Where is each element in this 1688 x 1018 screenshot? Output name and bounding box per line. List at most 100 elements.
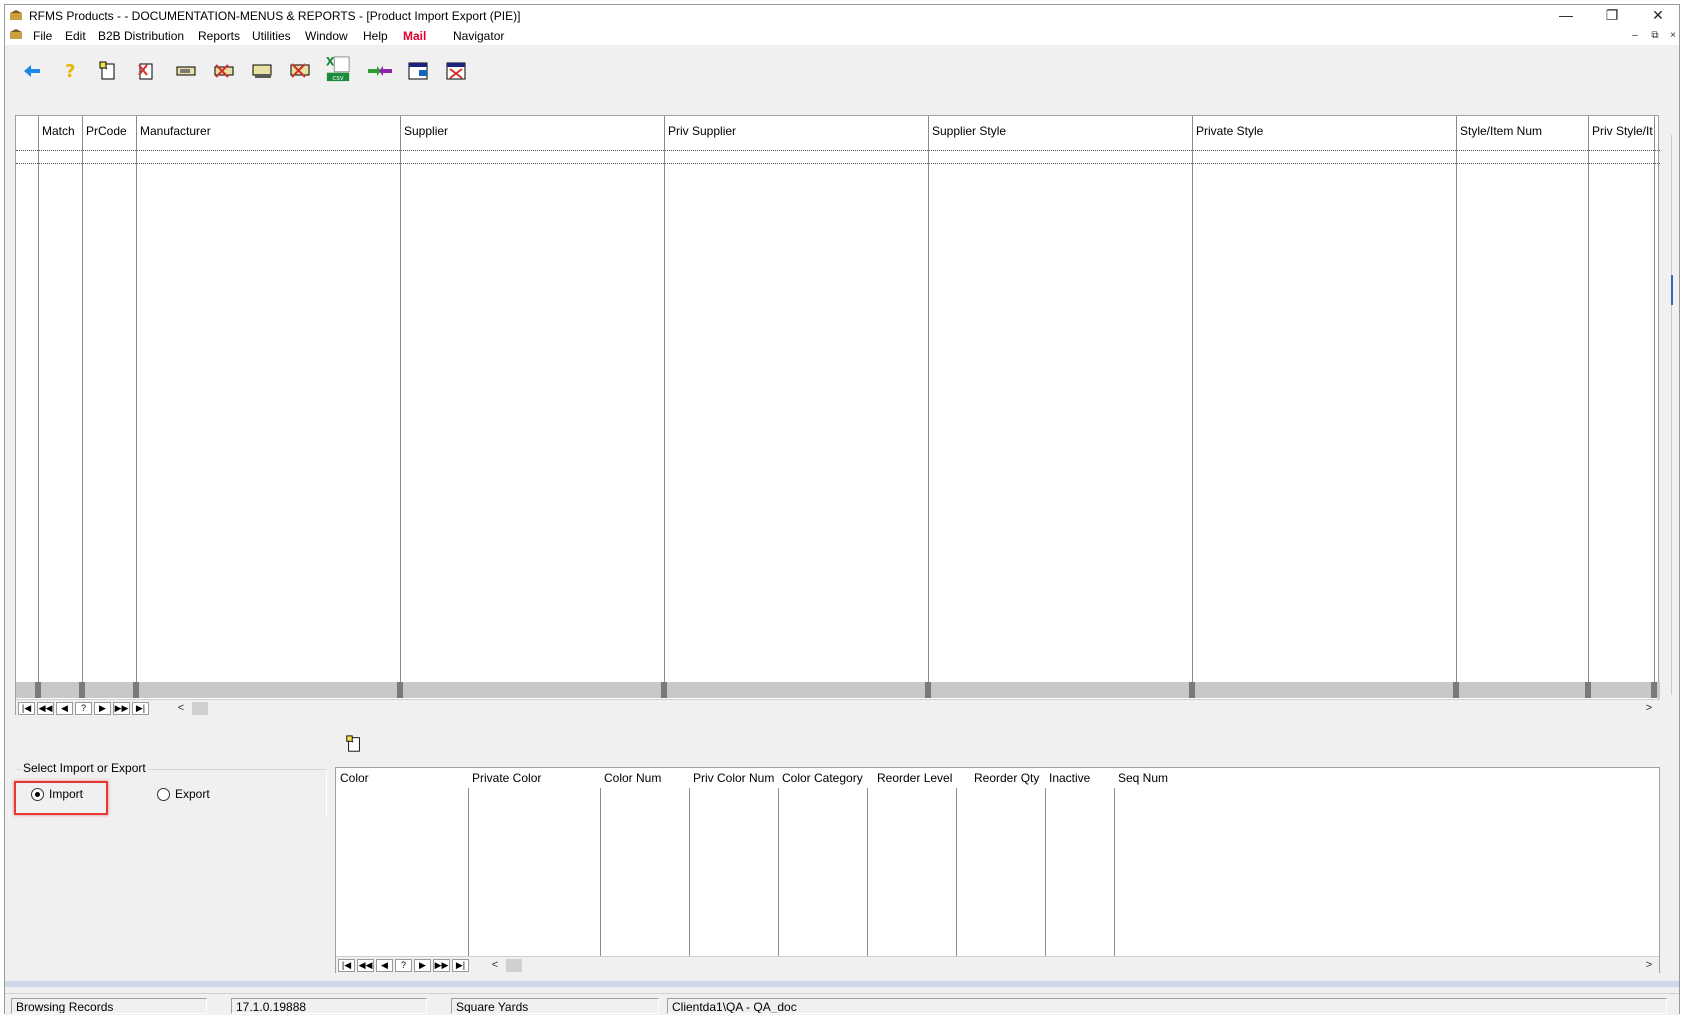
column-resize-handle[interactable] <box>1189 682 1195 698</box>
col-header-seq-num[interactable]: Seq Num <box>1114 768 1214 788</box>
undo-icon[interactable] <box>287 59 313 83</box>
scroll-indicator[interactable] <box>1671 275 1673 305</box>
close-window-icon[interactable] <box>443 59 469 83</box>
scroll-right-button[interactable]: > <box>1642 701 1656 715</box>
column-resize-handle[interactable] <box>1651 682 1657 698</box>
nav-next-page-button[interactable]: ▶▶ <box>113 702 130 715</box>
column-resize-handle[interactable] <box>35 682 41 698</box>
app-icon <box>10 10 22 20</box>
menu-file[interactable]: File <box>33 29 52 43</box>
svg-text:?: ? <box>65 61 75 81</box>
mdi-close-button[interactable]: × <box>1665 29 1681 43</box>
col-header-prcode[interactable]: PrCode <box>82 116 136 146</box>
column-divider <box>1192 116 1193 682</box>
menu-edit[interactable]: Edit <box>65 29 86 43</box>
col-header-inactive[interactable]: Inactive <box>1045 768 1114 788</box>
nav-find-button[interactable]: ? <box>75 702 92 715</box>
nav-last-button[interactable]: ▶| <box>132 702 149 715</box>
column-divider <box>600 788 601 956</box>
mdi-minimize-button[interactable]: – <box>1627 29 1643 43</box>
col-header-manufacturer[interactable]: Manufacturer <box>136 116 400 146</box>
status-mode: Browsing Records <box>11 998 207 1014</box>
import-label[interactable]: Import <box>49 787 83 801</box>
edit-icon[interactable] <box>173 59 199 83</box>
new-record-icon[interactable] <box>95 59 121 83</box>
col-header-priv-style-item[interactable]: Priv Style/It <box>1588 116 1654 146</box>
status-version: 17.1.0.19888 <box>231 998 427 1014</box>
nav-prev-button[interactable]: ◀ <box>56 702 73 715</box>
scroll-right-button[interactable]: > <box>1642 958 1656 972</box>
col-header-private-color[interactable]: Private Color <box>468 768 600 788</box>
export-radio-option[interactable]: Export <box>157 787 210 801</box>
menu-reports[interactable]: Reports <box>198 29 240 43</box>
nav-first-button[interactable]: |◀ <box>338 959 355 972</box>
menu-b2b-distribution[interactable]: B2B Distribution <box>98 29 184 43</box>
col-header-color-category[interactable]: Color Category <box>778 768 867 788</box>
restore-button[interactable]: ❐ <box>1589 5 1635 25</box>
minimize-button[interactable]: — <box>1543 5 1589 25</box>
delete-record-icon[interactable] <box>133 59 159 83</box>
new-color-icon[interactable] <box>345 735 363 753</box>
import-radio-option[interactable]: Import <box>31 787 83 801</box>
column-resize-handle[interactable] <box>397 682 403 698</box>
col-header-priv-color-num[interactable]: Priv Color Num <box>689 768 778 788</box>
nav-next-button[interactable]: ▶ <box>414 959 431 972</box>
nav-last-button[interactable]: ▶| <box>452 959 469 972</box>
horizontal-scroll-thumb[interactable] <box>192 702 208 715</box>
column-resize-handle[interactable] <box>1585 682 1591 698</box>
help-icon[interactable]: ? <box>57 59 83 83</box>
csv-label: CSV <box>332 76 343 82</box>
nav-first-button[interactable]: |◀ <box>18 702 35 715</box>
menu-window[interactable]: Window <box>305 29 348 43</box>
save-icon[interactable] <box>249 59 275 83</box>
nav-prev-page-button[interactable]: ◀◀ <box>37 702 54 715</box>
vertical-scrollbar[interactable] <box>1669 45 1681 745</box>
menu-help[interactable]: Help <box>363 29 388 43</box>
column-resize-handle[interactable] <box>1453 682 1459 698</box>
column-resize-strip <box>16 682 1660 698</box>
nav-next-page-button[interactable]: ▶▶ <box>433 959 450 972</box>
column-resize-handle[interactable] <box>79 682 85 698</box>
col-header-supplier[interactable]: Supplier <box>400 116 664 146</box>
column-resize-handle[interactable] <box>661 682 667 698</box>
document-icon <box>10 29 22 39</box>
menu-navigator[interactable]: Navigator <box>453 29 504 43</box>
column-divider <box>1588 116 1589 682</box>
nav-prev-page-button[interactable]: ◀◀ <box>357 959 374 972</box>
column-divider <box>38 116 39 682</box>
scroll-left-button[interactable]: < <box>174 701 188 715</box>
products-grid[interactable]: Match PrCode Manufacturer Supplier Priv … <box>15 115 1660 716</box>
export-label[interactable]: Export <box>175 787 210 801</box>
col-header-reorder-level[interactable]: Reorder Level <box>867 768 956 788</box>
nav-prev-button[interactable]: ◀ <box>376 959 393 972</box>
col-header-priv-supplier[interactable]: Priv Supplier <box>664 116 928 146</box>
menu-utilities[interactable]: Utilities <box>252 29 291 43</box>
col-header-supplier-style[interactable]: Supplier Style <box>928 116 1192 146</box>
column-resize-handle[interactable] <box>925 682 931 698</box>
export-radio[interactable] <box>157 787 170 801</box>
col-header-match[interactable]: Match <box>38 116 82 146</box>
cancel-edit-icon[interactable] <box>211 59 237 83</box>
close-button[interactable]: ✕ <box>1635 5 1681 25</box>
menu-mail[interactable]: Mail <box>403 29 426 43</box>
mdi-restore-button[interactable]: ⧉ <box>1647 29 1663 43</box>
column-divider <box>928 116 929 682</box>
col-header-private-style[interactable]: Private Style <box>1192 116 1456 146</box>
col-header-reorder-qty[interactable]: Reorder Qty <box>956 768 1045 788</box>
col-header-color[interactable]: Color <box>336 768 468 788</box>
horizontal-scroll-thumb[interactable] <box>506 959 522 972</box>
scroll-left-button[interactable]: < <box>488 958 502 972</box>
window-icon[interactable] <box>405 59 431 83</box>
products-nav-bar: |◀ ◀◀ ◀ ? ▶ ▶▶ ▶| < > <box>16 699 1660 716</box>
column-resize-handle[interactable] <box>133 682 139 698</box>
nav-find-button[interactable]: ? <box>395 959 412 972</box>
col-header-color-num[interactable]: Color Num <box>600 768 689 788</box>
current-row[interactable] <box>16 150 1660 164</box>
excel-csv-icon[interactable]: X CSV <box>325 53 351 85</box>
import-radio[interactable] <box>31 787 44 801</box>
colors-grid[interactable]: Color Private Color Color Num Priv Color… <box>335 767 1660 973</box>
transfer-icon[interactable] <box>367 59 393 83</box>
col-header-style-item-num[interactable]: Style/Item Num <box>1456 116 1588 146</box>
back-arrow-icon[interactable] <box>19 59 45 83</box>
nav-next-button[interactable]: ▶ <box>94 702 111 715</box>
